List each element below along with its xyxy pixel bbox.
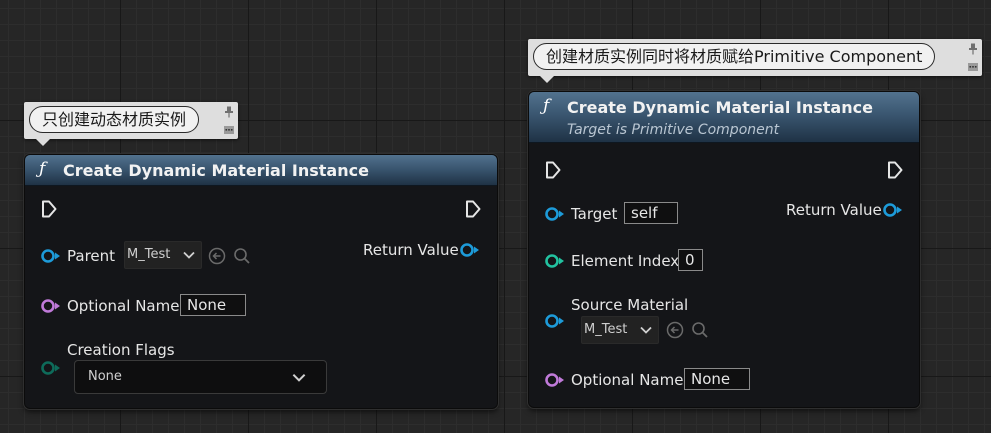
pin-icon[interactable] <box>224 106 234 118</box>
target-label: Target <box>571 205 618 223</box>
element-index-label: Element Index <box>571 252 680 270</box>
exec-output-pin[interactable] <box>887 161 903 179</box>
browse-asset-search-icon[interactable] <box>233 247 251 265</box>
element-index-input[interactable]: 0 <box>678 249 703 271</box>
node-title: Create Dynamic Material Instance <box>567 98 873 117</box>
comment-text[interactable]: 创建材质实例同时将材质赋给Primitive Component <box>533 43 936 70</box>
element-index-pin[interactable] <box>544 254 566 268</box>
optional-name-input[interactable]: None <box>180 294 246 316</box>
optional-name-pin[interactable] <box>40 299 62 313</box>
optional-name-label: Optional Name <box>571 371 684 389</box>
node-title: Create Dynamic Material Instance <box>63 161 369 180</box>
pin-icon[interactable] <box>968 43 978 55</box>
parent-asset-value: M_Test <box>127 247 171 262</box>
return-value-label: Return Value <box>786 201 882 219</box>
comment-bubble-right[interactable]: 创建材质实例同时将材质赋给Primitive Component <box>528 39 982 83</box>
chevron-down-icon <box>292 373 306 382</box>
source-material-value: M_Test <box>584 322 628 337</box>
use-selected-asset-icon[interactable] <box>666 321 684 339</box>
comment-text[interactable]: 只创建动态材质实例 <box>29 106 200 133</box>
parent-label: Parent <box>67 247 116 265</box>
creation-flags-dropdown[interactable]: None <box>74 360 327 394</box>
exec-input-pin[interactable] <box>41 200 57 218</box>
comment-options-icon[interactable] <box>224 126 234 134</box>
optional-name-input[interactable]: None <box>684 368 750 390</box>
node-subtitle: Target is Primitive Component <box>567 122 780 138</box>
comment-options-icon[interactable] <box>968 63 978 71</box>
comment-tail <box>540 76 554 83</box>
target-pin[interactable] <box>544 207 566 221</box>
optional-name-pin[interactable] <box>544 373 566 387</box>
creation-flags-label: Creation Flags <box>67 341 175 359</box>
parent-asset-selector[interactable]: M_Test <box>124 241 202 269</box>
comment-bubble-left[interactable]: 只创建动态材质实例 <box>24 102 238 146</box>
return-value-pin[interactable] <box>882 203 904 217</box>
comment-tail <box>36 139 50 146</box>
chevron-down-icon <box>183 251 195 259</box>
creation-flags-value: None <box>88 369 122 384</box>
source-material-pin[interactable] <box>544 314 566 328</box>
use-selected-asset-icon[interactable] <box>208 247 226 265</box>
source-material-asset-selector[interactable]: M_Test <box>581 316 659 344</box>
target-input[interactable]: self <box>624 202 678 224</box>
function-icon: ƒ <box>39 159 46 179</box>
browse-asset-search-icon[interactable] <box>691 321 709 339</box>
optional-name-label: Optional Name <box>67 297 180 315</box>
creation-flags-pin[interactable] <box>40 361 62 375</box>
exec-input-pin[interactable] <box>545 161 561 179</box>
source-material-label: Source Material <box>571 296 689 314</box>
exec-output-pin[interactable] <box>465 200 481 218</box>
return-value-label: Return Value <box>363 241 459 259</box>
return-value-pin[interactable] <box>459 243 481 257</box>
node-create-dynamic-material-instance[interactable]: ƒ Create Dynamic Material Instance Paren… <box>24 154 498 409</box>
chevron-down-icon <box>640 326 652 334</box>
function-icon: ƒ <box>543 96 550 116</box>
parent-pin[interactable] <box>40 249 62 263</box>
node-create-dynamic-material-instance-target[interactable]: ƒ Create Dynamic Material Instance Targe… <box>528 91 920 408</box>
